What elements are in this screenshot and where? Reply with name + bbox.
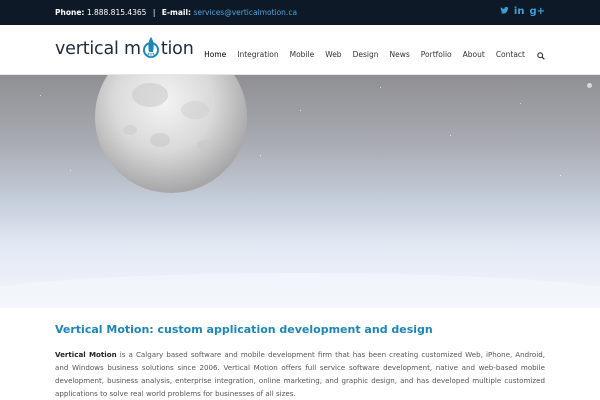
star: [70, 170, 71, 171]
nav-web[interactable]: Web: [325, 50, 341, 59]
main-nav: Home Integration Mobile Web Design News …: [193, 45, 545, 64]
star: [450, 135, 451, 136]
social-links: in g+: [500, 6, 545, 19]
hero-banner: [0, 75, 600, 308]
contact-separator: |: [152, 8, 156, 17]
top-bar: Phone: 1.888.815.4365 | E-mail: services…: [0, 0, 600, 25]
logo-text-part-2: tion: [160, 39, 194, 59]
phone-label: Phone:: [55, 8, 85, 17]
nav-contact[interactable]: Contact: [496, 50, 525, 59]
nav-mobile[interactable]: Mobile: [290, 50, 315, 59]
email-label: E-mail:: [161, 8, 192, 17]
logo-text-part-1: vertical m: [55, 39, 141, 59]
star: [260, 155, 261, 156]
star: [520, 103, 521, 104]
twitter-icon[interactable]: [500, 6, 509, 19]
nav-portfolio[interactable]: Portfolio: [421, 50, 452, 59]
page-heading: Vertical Motion: custom application deve…: [55, 323, 433, 336]
search-icon[interactable]: [537, 45, 545, 64]
linkedin-icon[interactable]: in: [514, 6, 525, 19]
nav-design[interactable]: Design: [353, 50, 379, 59]
contact-info: Phone: 1.888.815.4365 | E-mail: services…: [55, 8, 297, 17]
email-link[interactable]: services@verticalmotion.ca: [193, 8, 297, 17]
nav-home[interactable]: Home: [204, 50, 226, 59]
nav-news[interactable]: News: [389, 50, 409, 59]
star: [40, 95, 41, 96]
nav-integration[interactable]: Integration: [237, 50, 278, 59]
google-plus-icon[interactable]: g+: [529, 6, 545, 19]
site-header: vertical m tion Home Integration Mobile …: [0, 25, 600, 75]
nav-about[interactable]: About: [463, 50, 485, 59]
main-content: Vertical Motion: custom application deve…: [55, 308, 545, 400]
star: [380, 87, 381, 88]
phone-number[interactable]: 1.888.815.4365: [87, 8, 147, 17]
rocket-logo-icon: [142, 37, 159, 59]
slider-dot-icon[interactable]: [587, 83, 592, 88]
company-name: Vertical Motion: [55, 350, 117, 359]
intro-text: is a Calgary based software and mobile d…: [55, 350, 545, 398]
star: [560, 175, 561, 176]
star: [300, 110, 301, 111]
logo[interactable]: vertical m tion: [55, 36, 194, 62]
intro-paragraph: Vertical Motion is a Calgary based softw…: [55, 348, 545, 400]
